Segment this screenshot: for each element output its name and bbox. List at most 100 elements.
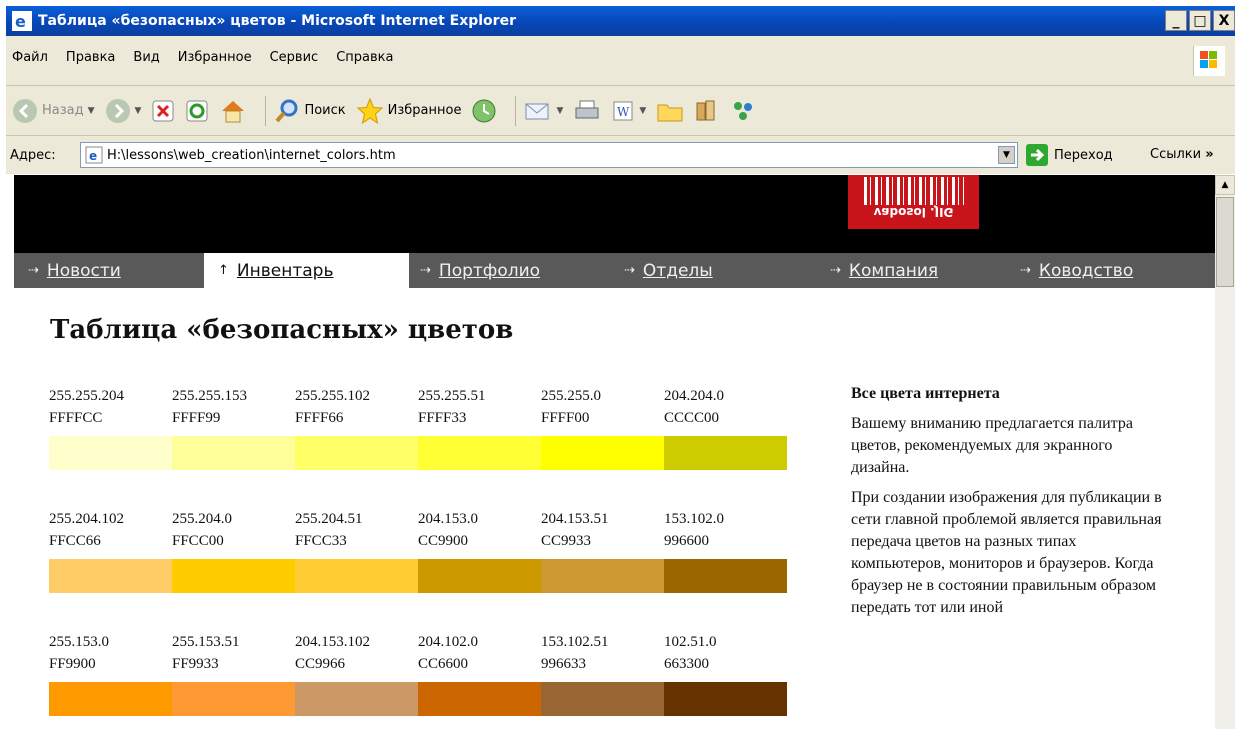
chevron-down-icon: ▼ — [639, 105, 647, 116]
messenger-icon — [734, 101, 753, 120]
barcode-icon — [864, 177, 964, 205]
stop-icon — [152, 100, 174, 121]
star-icon — [356, 97, 383, 124]
page-title: Таблица «безопасных» цветов — [50, 315, 514, 345]
chevron-down-icon: ▼ — [87, 105, 95, 116]
address-dropdown-button[interactable]: ▼ — [998, 146, 1015, 164]
chevron-down-icon: ▼ — [134, 105, 142, 116]
menu-bar: Файл Правка Вид Избранное Сервис Справка — [6, 36, 1235, 86]
folder-button[interactable] — [656, 99, 684, 123]
menu-help[interactable]: Справка — [336, 50, 393, 65]
nav-item-management[interactable]: ⇢ Ководство — [1020, 253, 1210, 288]
color-swatch: 204.153.0 CC9900 — [418, 508, 541, 593]
color-swatch: 255.204.102 FFCC66 — [49, 508, 172, 593]
swatch-color-block — [295, 436, 418, 470]
maximize-button[interactable]: □ — [1189, 10, 1211, 31]
menu-edit[interactable]: Правка — [66, 50, 115, 65]
research-icon — [696, 100, 715, 120]
mail-icon — [525, 103, 549, 119]
sidebar-paragraph: При создании изображения для публикации … — [851, 489, 1162, 616]
menu-tools[interactable]: Сервис — [270, 50, 319, 65]
swatch-color-block — [172, 682, 295, 716]
color-swatch: 255.255.153 FFFF99 — [172, 385, 295, 470]
windows-logo-icon — [1193, 46, 1225, 76]
edit-button[interactable]: W ▼ — [611, 99, 646, 123]
nav-item-news[interactable]: ⇢ Новости — [20, 253, 200, 288]
home-button[interactable] — [219, 98, 247, 124]
scroll-up-button[interactable]: ▲ — [1215, 175, 1235, 195]
favorites-button[interactable]: Избранное — [356, 97, 461, 125]
sidebar-heading: Все цвета интернета — [851, 385, 1000, 402]
color-swatch: 153.102.0 996600 — [664, 508, 787, 593]
color-swatch: 255.153.51 FF9933 — [172, 631, 295, 716]
window-titlebar[interactable]: e Таблица «безопасных» цветов - Microsof… — [6, 6, 1235, 36]
links-button[interactable]: Ссылки » — [1150, 147, 1214, 162]
refresh-icon — [186, 100, 208, 121]
menu-favorites[interactable]: Избранное — [178, 50, 252, 65]
vertical-scrollbar[interactable]: ▲ — [1215, 175, 1235, 729]
close-button[interactable]: X — [1213, 10, 1235, 31]
history-icon — [472, 99, 496, 122]
printer-icon — [575, 100, 599, 118]
svg-text:e: e — [89, 149, 97, 163]
site-logo[interactable]: vabosol .JIG — [848, 175, 979, 229]
go-arrow-icon — [1026, 144, 1048, 166]
site-header: vabosol .JIG — [14, 175, 1215, 253]
swatch-color-block — [541, 436, 664, 470]
swatch-color-block — [49, 682, 172, 716]
address-label: Адрес: — [10, 147, 56, 163]
forward-arrow-icon — [105, 98, 130, 123]
forward-button[interactable]: ▼ — [105, 98, 142, 124]
mail-button[interactable]: ▼ — [524, 99, 563, 123]
menu-view[interactable]: Вид — [133, 50, 159, 65]
search-button[interactable]: Поиск — [274, 98, 346, 124]
swatch-color-block — [541, 682, 664, 716]
color-swatch: 255.255.204 FFFFCC — [49, 385, 172, 470]
back-button[interactable]: Назад ▼ — [12, 98, 95, 124]
menu-file[interactable]: Файл — [12, 50, 48, 65]
refresh-button[interactable] — [185, 99, 209, 123]
swatch-color-block — [418, 682, 541, 716]
address-url: H:\lessons\web_creation\internet_colors.… — [107, 147, 396, 163]
page-icon: e — [85, 146, 103, 164]
window-title: Таблица «безопасных» цветов - Microsoft … — [38, 13, 516, 29]
swatch-color-block — [172, 436, 295, 470]
print-button[interactable] — [573, 99, 601, 123]
toolbar-divider — [515, 95, 517, 126]
color-swatch: 255.204.0 FFCC00 — [172, 508, 295, 593]
address-input[interactable]: e H:\lessons\web_creation\internet_color… — [80, 142, 1018, 168]
swatch-color-block — [172, 559, 295, 593]
nav-item-company[interactable]: ⇢ Компания — [830, 253, 1020, 288]
go-button[interactable]: Переход — [1026, 144, 1113, 166]
nav-item-departments[interactable]: ⇢ Отделы — [624, 253, 814, 288]
color-swatch: 255.204.51 FFCC33 — [295, 508, 418, 593]
minimize-button[interactable]: _ — [1165, 10, 1187, 31]
swatch-color-block — [664, 436, 787, 470]
toolbar: Назад ▼ ▼ Поиск Избранное ▼ W ▼ — [6, 86, 1235, 136]
swatch-color-block — [664, 682, 787, 716]
swatch-color-block — [49, 559, 172, 593]
swatch-color-block — [418, 559, 541, 593]
color-swatch: 204.102.0 CC6600 — [418, 631, 541, 716]
stop-button[interactable] — [151, 99, 175, 123]
chevron-down-icon: ▼ — [556, 105, 564, 116]
search-icon — [275, 99, 298, 122]
nav-item-inventory[interactable]: ↑ Инвентарь — [204, 253, 409, 288]
scroll-thumb[interactable] — [1216, 197, 1234, 287]
home-icon — [222, 100, 245, 122]
site-nav: ⇢ Новости ↑ Инвентарь ⇢ Портфолио ⇢ Отделы ⇢… — [14, 253, 1215, 288]
color-swatch: 102.51.0 663300 — [664, 631, 787, 716]
history-button[interactable] — [471, 98, 497, 124]
color-swatch: 153.102.51 996633 — [541, 631, 664, 716]
sidebar-paragraph: Вашему вниманию предлагается палитра цве… — [851, 415, 1133, 476]
nav-item-portfolio[interactable]: ⇢ Портфолио — [420, 253, 610, 288]
back-arrow-icon — [13, 98, 37, 123]
research-button[interactable] — [694, 98, 720, 124]
color-swatch: 204.153.51 CC9933 — [541, 508, 664, 593]
swatch-color-block — [418, 436, 541, 470]
swatch-color-block — [295, 559, 418, 593]
color-swatch: 255.255.51 FFFF33 — [418, 385, 541, 470]
folder-icon — [657, 104, 683, 121]
messenger-button[interactable] — [730, 98, 756, 124]
svg-text:e: e — [15, 12, 26, 31]
